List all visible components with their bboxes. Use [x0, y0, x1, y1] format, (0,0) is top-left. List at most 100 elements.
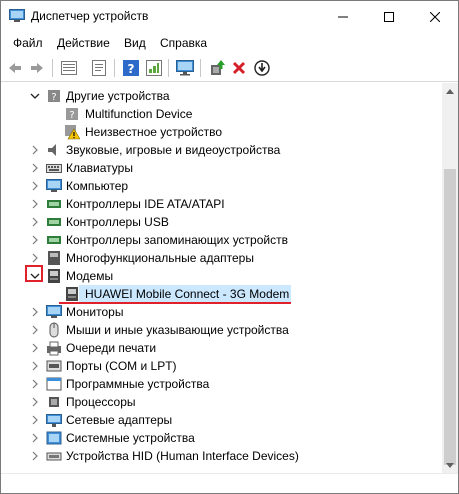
tree-category-row[interactable]: Контроллеры запоминающих устройств [1, 231, 442, 249]
chevron-right-icon[interactable] [29, 162, 41, 174]
menu-view[interactable]: Вид [124, 36, 146, 50]
tree-category-row[interactable]: Контроллеры USB [1, 213, 442, 231]
tree-item-label: Модемы [66, 269, 114, 283]
highlight-box [25, 265, 43, 282]
usb-icon [46, 214, 62, 230]
network-adapter-icon [46, 412, 62, 428]
toolbar-separator [168, 59, 169, 77]
tree-category-row[interactable]: Клавиатуры [1, 159, 442, 177]
title-bar: Диспетчер устройств [1, 1, 458, 32]
hid-icon [46, 448, 62, 464]
tree-item-label: Мыши и иные указывающие устройства [66, 323, 289, 337]
tree-category-row[interactable]: Программные устройства [1, 375, 442, 393]
tree-item-label: Многофункциональные адаптеры [66, 251, 254, 265]
other-devices-icon: ? [46, 88, 62, 104]
maximize-button[interactable] [366, 1, 412, 32]
tree-item-label: Мониторы [66, 305, 124, 319]
tree-category-row[interactable]: Многофункциональные адаптеры [1, 249, 442, 267]
tree-item-label: Процессоры [66, 395, 136, 409]
tree-category-row[interactable]: Порты (COM и LPT) [1, 357, 442, 375]
status-area [1, 473, 458, 493]
menu-bar: Файл Действие Вид Справка [1, 32, 458, 54]
chevron-right-icon[interactable] [29, 234, 41, 246]
chevron-right-icon[interactable] [29, 378, 41, 390]
keyboard-icon [46, 160, 62, 176]
tree-item-label: Контроллеры запоминающих устройств [66, 233, 288, 247]
menu-action[interactable]: Действие [57, 36, 110, 50]
chevron-right-icon[interactable] [29, 180, 41, 192]
mouse-icon [46, 322, 62, 338]
scroll-down-icon[interactable] [442, 457, 458, 473]
chevron-down-icon[interactable] [29, 90, 41, 102]
software-device-icon [46, 376, 62, 392]
tree-category-row[interactable]: ? Другие устройства [1, 87, 442, 105]
tree-category-row[interactable]: Модемы [1, 267, 442, 285]
chevron-right-icon[interactable] [29, 396, 41, 408]
tree-child-row[interactable]: Неизвестное устройство [1, 123, 442, 141]
tree-category-row[interactable]: Очереди печати [1, 339, 442, 357]
tree-category-row[interactable]: Процессоры [1, 393, 442, 411]
device-manager-app-icon [9, 9, 25, 23]
chevron-right-icon[interactable] [29, 324, 41, 336]
vertical-scrollbar[interactable] [442, 83, 458, 473]
device-list-icon[interactable] [59, 58, 79, 78]
tree-category-row[interactable]: Контроллеры IDE ATA/ATAPI [1, 195, 442, 213]
tree-item-label: Сетевые адаптеры [66, 413, 173, 427]
tree-item-label: Программные устройства [66, 377, 210, 391]
chevron-right-icon[interactable] [29, 414, 41, 426]
chevron-right-icon[interactable] [29, 144, 41, 156]
tree-item-label: Очереди печати [66, 341, 157, 355]
tree-category-row[interactable]: Устройства HID (Human Interface Devices) [1, 447, 442, 465]
tree-item-label: Звуковые, игровые и видеоустройства [66, 143, 281, 157]
tree-category-row[interactable]: Компьютер [1, 177, 442, 195]
modem-icon [46, 268, 62, 284]
back-icon[interactable] [5, 58, 25, 78]
close-button[interactable] [412, 1, 458, 32]
tree-item-label: Неизвестное устройство [85, 125, 223, 139]
monitor-icon [46, 304, 62, 320]
system-device-icon [46, 430, 62, 446]
device-manager-window: Диспетчер устройств Файл Действие Вид Сп… [0, 0, 459, 494]
menu-file[interactable]: Файл [13, 36, 43, 50]
tree-item-label: Контроллеры IDE ATA/ATAPI [66, 197, 225, 211]
tree-category-row[interactable]: Сетевые адаптеры [1, 411, 442, 429]
minimize-button[interactable] [320, 1, 366, 32]
ide-controller-icon [46, 196, 62, 212]
scroll-up-icon[interactable] [442, 83, 458, 99]
help-icon[interactable]: ? [121, 58, 141, 78]
highlight-underline [59, 302, 291, 304]
download-icon[interactable] [252, 58, 272, 78]
multifunction-adapter-icon [46, 250, 62, 266]
tree-category-row[interactable]: Мониторы [1, 303, 442, 321]
warning-device-icon [64, 124, 81, 140]
print-queue-icon [46, 340, 62, 356]
menu-help[interactable]: Справка [160, 36, 207, 50]
tree-child-row[interactable]: ? Multifunction Device [1, 105, 442, 123]
tree-item-label: Multifunction Device [85, 107, 193, 121]
tree-category-row[interactable]: Системные устройства [1, 429, 442, 447]
tree-category-row[interactable]: Звуковые, игровые и видеоустройства [1, 141, 442, 159]
chevron-right-icon[interactable] [29, 450, 41, 462]
properties-icon[interactable] [89, 58, 109, 78]
chevron-right-icon[interactable] [29, 198, 41, 210]
chevron-right-icon[interactable] [29, 306, 41, 318]
svg-text:?: ? [69, 110, 74, 121]
chevron-right-icon[interactable] [29, 252, 41, 264]
resources-icon[interactable] [144, 58, 164, 78]
chevron-right-icon[interactable] [29, 432, 41, 444]
toolbar-separator [52, 59, 53, 77]
uninstall-icon[interactable] [229, 58, 249, 78]
tree-item-label: Компьютер [66, 179, 129, 193]
chevron-right-icon[interactable] [29, 360, 41, 372]
storage-controller-icon [46, 232, 62, 248]
chevron-right-icon[interactable] [29, 216, 41, 228]
tree-child-row[interactable]: HUAWEI Mobile Connect - 3G Modem [1, 285, 442, 303]
chevron-right-icon[interactable] [29, 342, 41, 354]
forward-icon[interactable] [27, 58, 47, 78]
monitor-icon[interactable] [175, 58, 195, 78]
toolbar-separator [200, 59, 201, 77]
tree-category-row[interactable]: Мыши и иные указывающие устройства [1, 321, 442, 339]
update-driver-icon[interactable] [207, 58, 227, 78]
tree-item-label: Устройства HID (Human Interface Devices) [66, 449, 299, 463]
scrollbar-thumb[interactable] [444, 169, 456, 465]
